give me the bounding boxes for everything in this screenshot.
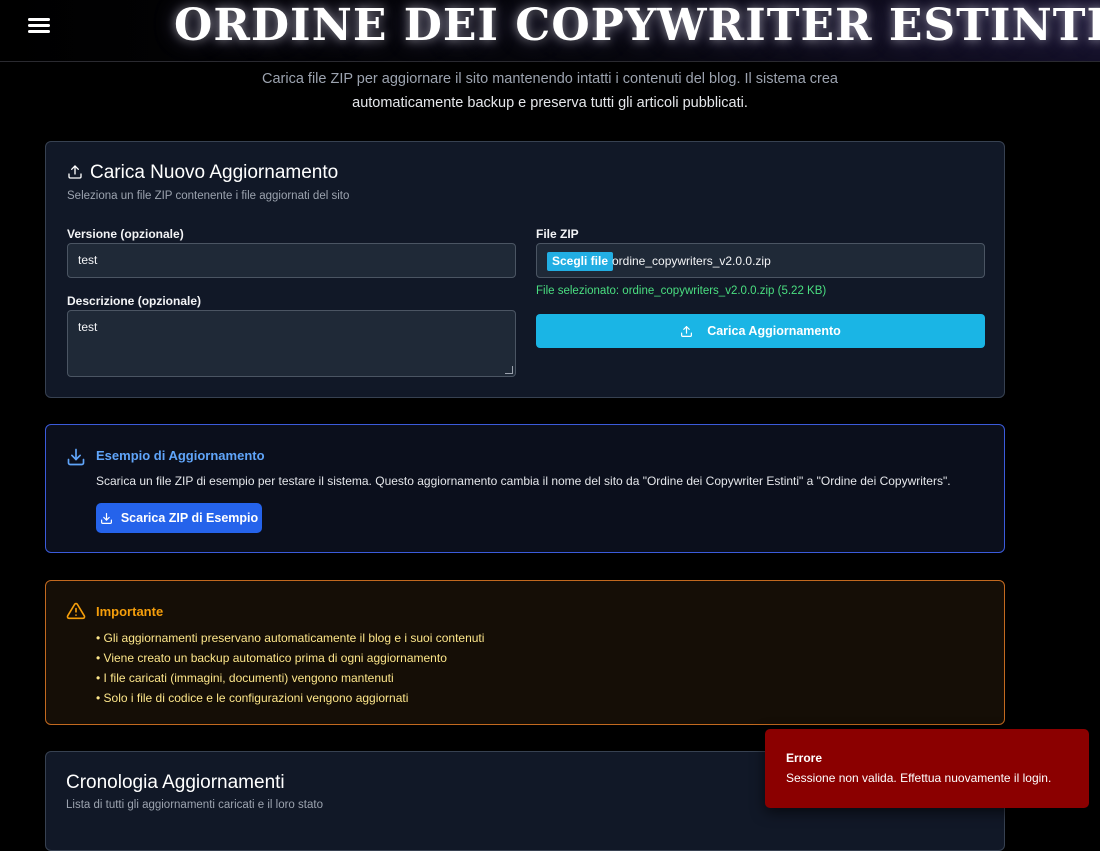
- upload-submit-button[interactable]: Carica Aggiornamento: [536, 314, 985, 348]
- download-example-label: Scarica ZIP di Esempio: [120, 511, 259, 525]
- upload-card-subtitle: Seleziona un file ZIP contenente i file …: [67, 190, 350, 202]
- example-title: Esempio di Aggiornamento: [96, 448, 265, 463]
- example-card: Esempio di Aggiornamento Scarica un file…: [45, 424, 1005, 553]
- download-icon: [100, 512, 113, 525]
- intro-text: Carica file ZIP per aggiornare il sito m…: [180, 67, 920, 115]
- example-description: Scarica un file ZIP di esempio per testa…: [96, 474, 951, 488]
- important-card: Importante • Gli aggiornamenti preservan…: [45, 580, 1005, 725]
- upload-icon: [680, 325, 693, 338]
- intro-line-1: Carica file ZIP per aggiornare il sito m…: [261, 71, 838, 87]
- upload-card: Carica Nuovo Aggiornamento Seleziona un …: [45, 141, 1005, 398]
- history-title: Cronologia Aggiornamenti: [66, 772, 285, 793]
- warning-icon: [66, 602, 86, 620]
- history-subtitle: Lista di tutti gli aggiornamenti caricat…: [66, 799, 323, 811]
- site-title: Ordine dei Copywriter Estinti: [174, 0, 1100, 51]
- download-icon: [66, 447, 86, 467]
- upload-icon: [67, 164, 83, 180]
- list-item: • Gli aggiornamenti preservano automatic…: [96, 631, 485, 645]
- download-example-button[interactable]: Scarica ZIP di Esempio: [96, 503, 262, 533]
- intro-line-2: automaticamente backup e preserva tutti …: [352, 95, 748, 111]
- hamburger-menu-icon[interactable]: [28, 15, 54, 39]
- file-input[interactable]: Scegli file ordine_copywriters_v2.0.0.zi…: [536, 243, 985, 278]
- important-title: Importante: [96, 604, 164, 619]
- description-value: test: [78, 320, 98, 334]
- choose-file-button[interactable]: Scegli file: [547, 252, 614, 271]
- file-zip-label: File ZIP: [536, 227, 579, 241]
- version-label: Versione (opzionale): [67, 227, 184, 241]
- top-bar: Ordine dei Copywriter Estinti: [0, 0, 1100, 62]
- error-toast[interactable]: Errore Sessione non valida. Effettua nuo…: [765, 729, 1089, 808]
- toast-title: Errore: [786, 751, 823, 765]
- list-item: • I file caricati (immagini, documenti) …: [96, 671, 394, 685]
- description-textarea[interactable]: test: [67, 310, 516, 377]
- version-input[interactable]: test: [67, 243, 516, 278]
- selected-file-name: ordine_copywriters_v2.0.0.zip: [612, 254, 771, 268]
- resize-handle[interactable]: [505, 366, 513, 374]
- important-list: • Gli aggiornamenti preservano automatic…: [96, 628, 484, 708]
- description-label: Descrizione (opzionale): [67, 294, 202, 308]
- list-item: • Solo i file di codice e le configurazi…: [96, 691, 409, 705]
- toast-message: Sessione non valida. Effettua nuovamente…: [786, 771, 1052, 785]
- upload-card-title: Carica Nuovo Aggiornamento: [90, 162, 339, 183]
- file-selected-status: File selezionato: ordine_copywriters_v2.…: [536, 285, 827, 297]
- list-item: • Viene creato un backup automatico prim…: [96, 651, 447, 665]
- upload-submit-label: Carica Aggiornamento: [707, 324, 841, 338]
